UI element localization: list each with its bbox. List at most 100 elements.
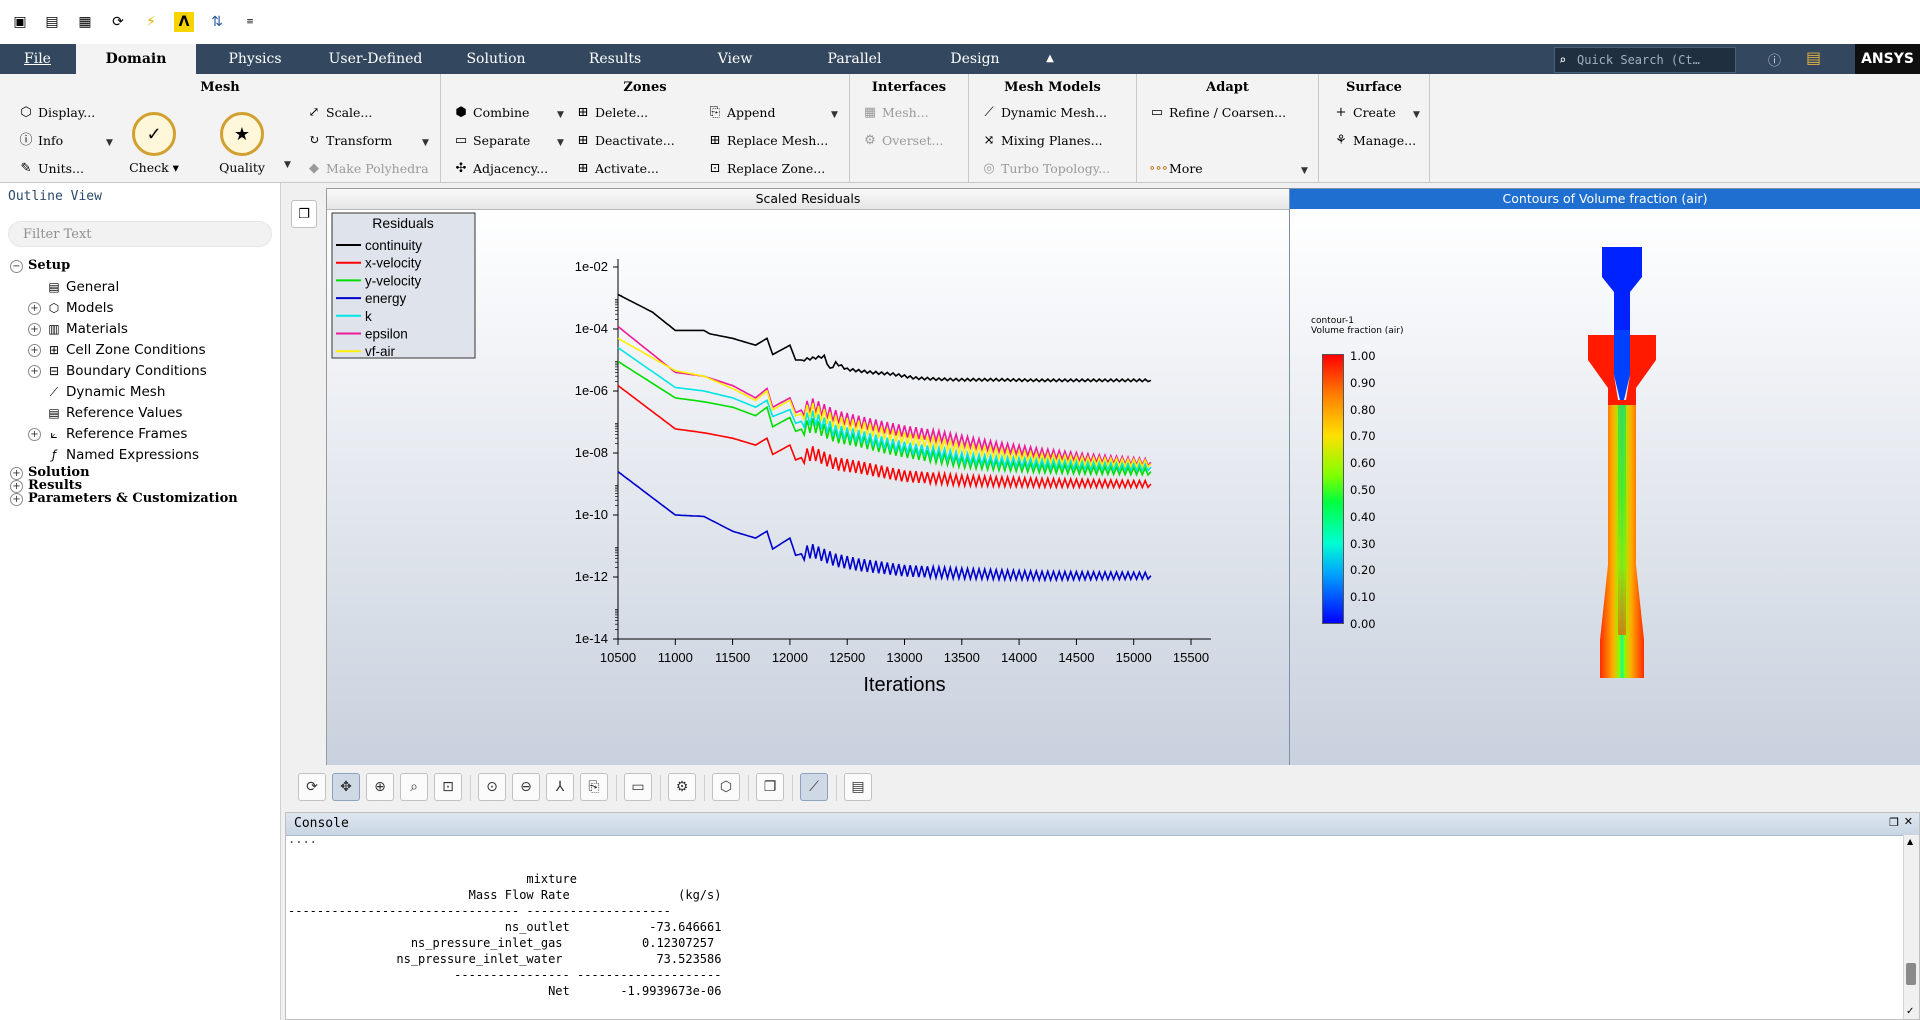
expand-icon[interactable]: +	[28, 365, 41, 378]
manage-surface-button[interactable]: ⚘ Manage...	[1333, 130, 1416, 152]
tab-design[interactable]: Design	[940, 44, 1010, 74]
more-button[interactable]: ∘∘∘ More	[1149, 158, 1203, 180]
chevron-down-icon[interactable]: ▼	[831, 110, 838, 120]
expand-icon[interactable]: +	[28, 428, 41, 441]
tab-physics[interactable]: Physics	[210, 44, 300, 74]
dynamic-mesh-button[interactable]: ⟋ Dynamic Mesh...	[981, 102, 1107, 124]
ruler-icon[interactable]: ▭	[624, 773, 652, 801]
quick-search-input[interactable]: ⌕ Quick Search (Ct…	[1554, 47, 1736, 73]
create-surface-button[interactable]: + Create	[1333, 102, 1396, 124]
transform-button[interactable]: ↻ Transform	[306, 130, 393, 152]
cube-save-icon[interactable]: ▦	[75, 12, 95, 32]
checkmark-icon[interactable]: ✓	[1906, 1006, 1914, 1017]
tab-view[interactable]: View	[700, 44, 770, 74]
info-button[interactable]: ⓘ Info	[18, 130, 63, 152]
separate-button[interactable]: ▭ Separate	[453, 130, 530, 152]
rotate-icon[interactable]: ⟳	[298, 773, 326, 801]
quality-button[interactable]: ★ Quality	[212, 112, 272, 175]
collapse-icon[interactable]: −	[10, 260, 23, 273]
group-title: Interfaces	[871, 80, 947, 95]
console-panel[interactable]: Console ❐ ✕ .... mixture Mass Flow Rate …	[285, 812, 1920, 1020]
check-button[interactable]: ✓ Check ▾	[128, 112, 180, 175]
tab-domain[interactable]: Domain	[76, 44, 196, 74]
restore-icon[interactable]: ❐	[1889, 816, 1899, 829]
combine-button[interactable]: ⬢ Combine	[453, 102, 529, 124]
tab-solution[interactable]: Solution	[450, 44, 542, 74]
parallel-icon[interactable]: ⇅	[207, 12, 227, 32]
legend-label: energy	[365, 291, 407, 306]
expand-icon[interactable]: +	[10, 493, 23, 506]
expand-icon[interactable]: +	[28, 302, 41, 315]
mixing-planes-button[interactable]: ⤨ Mixing Planes...	[981, 130, 1103, 152]
isometric-icon[interactable]: ⬡	[712, 773, 740, 801]
console-scrollbar[interactable]: ▲ ✓	[1903, 835, 1919, 1019]
expand-icon[interactable]: +	[28, 323, 41, 336]
x-tick-label: 14000	[1001, 650, 1037, 665]
display-button[interactable]: ⬡ Display...	[18, 102, 95, 124]
adjacency-button[interactable]: ✣ Adjacency...	[453, 158, 549, 180]
close-icon[interactable]: ✕	[1904, 815, 1913, 828]
tab-file[interactable]: File	[10, 44, 65, 74]
make-polyhedra-button[interactable]: ◆ Make Polyhedra	[306, 158, 429, 180]
cube-icon[interactable]: ▣	[10, 12, 30, 32]
fit-icon[interactable]: ⊙	[478, 773, 506, 801]
expand-icon[interactable]: +	[10, 467, 23, 480]
replace-mesh-button[interactable]: ⊞ Replace Mesh...	[707, 130, 829, 152]
expand-icon[interactable]: +	[10, 480, 23, 493]
notes-icon[interactable]: ▤	[844, 773, 872, 801]
chevron-down-icon[interactable]: ▼	[106, 138, 113, 148]
x-tick-label: 13500	[944, 650, 980, 665]
scrollbar-thumb[interactable]	[1906, 963, 1916, 985]
pan-icon[interactable]: ✥	[332, 773, 360, 801]
turbo-topology-button[interactable]: ◎ Turbo Topology...	[981, 158, 1110, 180]
deactivate-button[interactable]: ⊞ Deactivate...	[575, 130, 675, 152]
console-output[interactable]: .... mixture Mass Flow Rate (kg/s) ------…	[288, 837, 1896, 1019]
axes-icon[interactable]: ⅄	[546, 773, 574, 801]
filter-input[interactable]: Filter Text	[8, 221, 272, 247]
zoom-to-fit-icon[interactable]: ⊖	[512, 773, 540, 801]
overset-button[interactable]: ⚙ Overset...	[862, 130, 943, 152]
cube-open-icon[interactable]: ▤	[42, 12, 62, 32]
group-title: Zones	[623, 80, 667, 95]
residuals-panel[interactable]: Scaled Residuals 1e-02 1e-04 1e-06 1e-08 1e-…	[326, 188, 1290, 766]
interfaces-mesh-button[interactable]: ▦ Mesh...	[862, 102, 929, 124]
view-icon[interactable]: ⚙	[668, 773, 696, 801]
layout-icon[interactable]: ❐	[756, 773, 784, 801]
refine-coarsen-button[interactable]: ▭ Refine / Coarsen...	[1149, 102, 1286, 124]
append-button[interactable]: ⎘ Append	[707, 102, 776, 124]
lambda-icon[interactable]: Λ	[174, 12, 194, 32]
help-icon[interactable]: ⓘ	[1768, 50, 1781, 69]
toolbar-separator	[748, 775, 749, 801]
copy-icon[interactable]: ⎘	[580, 773, 608, 801]
separate-icon: ▭	[454, 133, 468, 148]
zoom-in-out-icon[interactable]: ⊕	[366, 773, 394, 801]
lightning-icon[interactable]: ⚡	[141, 12, 161, 32]
tab-user-defined[interactable]: User-Defined	[318, 44, 433, 74]
units-button[interactable]: ✎ Units...	[18, 158, 84, 180]
chevron-down-icon[interactable]: ▼	[557, 110, 564, 120]
plot-icon[interactable]: ⟋	[800, 773, 828, 801]
zoom-box-icon[interactable]: ⊡	[434, 773, 462, 801]
chevron-down-icon[interactable]: ▼	[557, 138, 564, 148]
zoom-icon[interactable]: ⌕	[400, 773, 428, 801]
chevron-down-icon[interactable]: ▼	[422, 138, 429, 148]
contour-panel[interactable]: Contours of Volume fraction (air) contou…	[1289, 188, 1920, 766]
window-toggle-icon[interactable]: ❐	[291, 200, 317, 228]
tab-parallel[interactable]: Parallel	[812, 44, 897, 74]
x-axis-label: Iterations	[863, 674, 945, 696]
activate-button[interactable]: ⊞ Activate...	[575, 158, 659, 180]
tab-results[interactable]: Results	[570, 44, 660, 74]
chevron-down-icon[interactable]: ▼	[284, 160, 291, 170]
scale-button[interactable]: ⤢ Scale...	[306, 102, 373, 124]
dynamic-mesh-icon: ⟋	[984, 105, 994, 120]
mdm-icon[interactable]: ≡	[240, 12, 260, 32]
replace-zone-button[interactable]: ⊡ Replace Zone...	[707, 158, 826, 180]
chevron-down-icon[interactable]: ▼	[1413, 110, 1420, 120]
layout-icon[interactable]: ▤	[1806, 48, 1821, 67]
delete-button[interactable]: ⊞ Delete...	[575, 102, 649, 124]
scroll-up-icon[interactable]: ▲	[1907, 837, 1913, 846]
expand-icon[interactable]: +	[28, 344, 41, 357]
chevron-down-icon[interactable]: ▼	[1301, 166, 1308, 176]
reload-icon[interactable]: ⟳	[108, 12, 128, 32]
collapse-ribbon-icon[interactable]: ▲	[1040, 44, 1060, 74]
